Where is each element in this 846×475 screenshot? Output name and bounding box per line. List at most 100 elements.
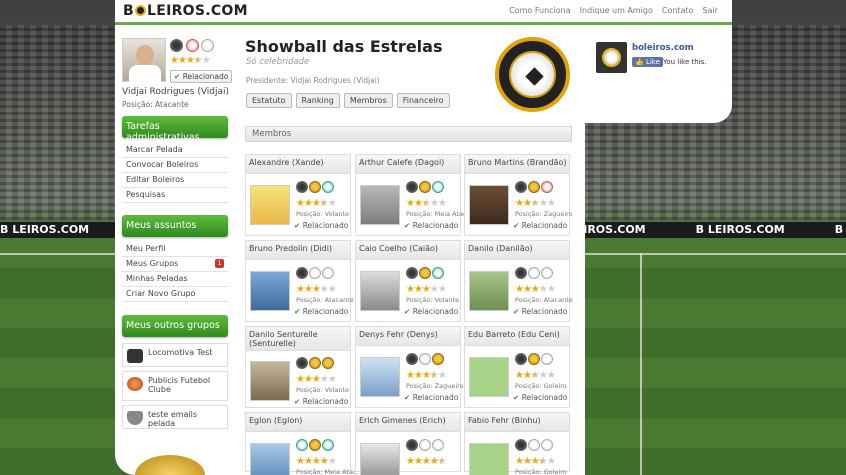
facebook-like-button[interactable]: 👍 Like bbox=[632, 57, 663, 67]
member-card[interactable]: Danilo Senturelle (Senturelle) ★★★★★ Posiç… bbox=[245, 326, 351, 408]
shield-icon bbox=[127, 411, 143, 425]
award-badge-icon bbox=[322, 357, 334, 369]
nav-contato[interactable]: Contato bbox=[662, 6, 694, 15]
member-card[interactable]: Arthur Calefe (Dagol) ★★★★★★Posição: Meia… bbox=[355, 154, 469, 236]
nav-indique-amigo[interactable]: Indique um Amigo bbox=[580, 6, 653, 15]
ball-badge-icon bbox=[515, 439, 527, 451]
member-card[interactable]: Bruno Predolin (Didi) ★★★★★ Posição: Ataca… bbox=[245, 240, 354, 322]
nav-sair[interactable]: Sair bbox=[703, 6, 719, 15]
banner-text: B LEIROS.COM bbox=[695, 223, 785, 236]
member-card[interactable]: Fabio Fehr (Binhu) ★★★★★★Posição: Goleiro bbox=[464, 412, 570, 475]
member-badges bbox=[296, 267, 335, 279]
sidebar-item-meus-grupos[interactable]: Meus Grupos 1 bbox=[122, 257, 228, 272]
trophy-badge-icon bbox=[528, 439, 540, 451]
nav-como-funciona[interactable]: Como Funciona bbox=[509, 6, 571, 15]
member-card[interactable]: Alexandre (Xande) ★★★★★★Posição: Volante ✔… bbox=[245, 154, 351, 236]
facebook-page-avatar[interactable] bbox=[596, 42, 627, 73]
my-topics-list: Meu Perfil Meus Grupos 1 Minhas Peladas C… bbox=[122, 242, 228, 302]
member-card[interactable]: Danilo (Danilão) ★★★★★ Posição: Atacante ✔ … bbox=[464, 240, 573, 322]
facebook-page-name[interactable]: boleiros.com bbox=[632, 43, 694, 53]
award-badge-icon bbox=[432, 267, 444, 279]
member-relation: ✔ Relacionado bbox=[513, 221, 568, 230]
member-name[interactable]: Alexandre (Xande) bbox=[246, 155, 350, 174]
member-photo[interactable] bbox=[360, 185, 400, 225]
user-stars: ★★★★★★ bbox=[170, 55, 211, 66]
member-position: Posição: Meia Atac. bbox=[296, 468, 359, 475]
award-badge-icon bbox=[541, 267, 553, 279]
ball-badge-icon bbox=[406, 353, 418, 365]
main-panel: ★★★★★★ ✔ Relacionado Vidjai Rodrigues (V… bbox=[115, 25, 585, 475]
check-icon: ✔ bbox=[513, 221, 520, 230]
member-name[interactable]: Danilo Senturelle (Senturelle) bbox=[246, 327, 350, 351]
member-photo[interactable] bbox=[250, 271, 290, 311]
member-relation: ✔ Relacionado bbox=[404, 393, 459, 402]
check-icon: ✔ bbox=[513, 307, 520, 316]
sidebar-item-marcar-pelada[interactable]: Marcar Pelada bbox=[122, 143, 228, 158]
trophy-badge-icon bbox=[528, 353, 540, 365]
member-name[interactable]: Danilo (Danilão) bbox=[465, 241, 569, 260]
member-position: Posição: Atacante bbox=[296, 296, 354, 304]
member-name[interactable]: Caio Coelho (Caião) bbox=[356, 241, 460, 260]
group-item-locomotiva[interactable]: Locomotiva Test bbox=[122, 343, 228, 367]
member-card[interactable]: Denys Fehr (Denys) ★★★★★★Posição: Zagueir… bbox=[355, 326, 464, 408]
thumbs-up-icon: 👍 bbox=[635, 58, 644, 66]
member-photo[interactable] bbox=[250, 185, 290, 225]
tab-ranking[interactable]: Ranking bbox=[295, 93, 340, 108]
member-photo[interactable] bbox=[469, 185, 509, 225]
train-icon bbox=[127, 349, 143, 363]
sidebar-item-minhas-peladas[interactable]: Minhas Peladas bbox=[122, 272, 228, 287]
member-name[interactable]: Edu Barreto (Edu Ceni) bbox=[465, 327, 569, 346]
member-card[interactable]: Erich Gimenes (Erich) ★★★★★★ bbox=[355, 412, 461, 475]
member-photo[interactable] bbox=[469, 271, 509, 311]
member-card[interactable]: Caio Coelho (Caião) ★★★★★ Posição: Volante… bbox=[355, 240, 461, 322]
top-nav: Como Funciona Indique um Amigo Contato S… bbox=[509, 6, 718, 15]
relacionado-button[interactable]: ✔ Relacionado bbox=[170, 70, 233, 83]
trophy-badge-icon bbox=[419, 439, 431, 451]
crest-icon bbox=[127, 377, 143, 391]
member-card[interactable]: Bruno Martins (Brandão) ★★★★★★Posição: Za… bbox=[464, 154, 573, 236]
member-name[interactable]: Bruno Predolin (Didi) bbox=[246, 241, 350, 260]
member-name[interactable]: Eglon (Eglon) bbox=[246, 413, 350, 432]
member-photo[interactable] bbox=[250, 443, 290, 475]
member-photo[interactable] bbox=[360, 443, 400, 475]
trophy-badge-icon bbox=[309, 357, 321, 369]
sidebar-item-criar-grupo[interactable]: Criar Novo Grupo bbox=[122, 287, 228, 302]
user-name: Vidjai Rodrigues (Vidjai) bbox=[122, 87, 230, 97]
sidebar-item-meu-perfil[interactable]: Meu Perfil bbox=[122, 242, 228, 257]
member-photo[interactable] bbox=[250, 361, 290, 401]
site-logo[interactable]: B LEIROS.COM bbox=[123, 3, 248, 19]
check-icon: ✔ bbox=[294, 307, 301, 316]
sidebar-item-convocar-boleiros[interactable]: Convocar Boleiros bbox=[122, 158, 228, 173]
facebook-like-text: You like this. bbox=[663, 58, 707, 66]
member-photo[interactable] bbox=[469, 443, 509, 475]
ball-badge-icon bbox=[296, 267, 308, 279]
member-name[interactable]: Bruno Martins (Brandão) bbox=[465, 155, 569, 174]
member-photo[interactable] bbox=[360, 271, 400, 311]
ball-badge-icon bbox=[296, 181, 308, 193]
member-badges bbox=[515, 353, 554, 365]
sidebar-item-editar-boleiros[interactable]: Editar Boleiros bbox=[122, 173, 228, 188]
member-name[interactable]: Erich Gimenes (Erich) bbox=[356, 413, 460, 432]
member-relation: ✔ Relacionado bbox=[294, 307, 349, 316]
member-badges bbox=[406, 439, 445, 451]
member-name[interactable]: Arthur Calefe (Dagol) bbox=[356, 155, 460, 174]
member-name[interactable]: Fabio Fehr (Binhu) bbox=[465, 413, 569, 432]
sidebar-item-pesquisas[interactable]: Pesquisas bbox=[122, 188, 228, 203]
member-photo[interactable] bbox=[469, 357, 509, 397]
group-president: Presidente: Vidjai Rodrigues (Vidjai) bbox=[246, 76, 380, 85]
member-card[interactable]: Eglon (Eglon) ★★★★★ Posição: Meia Atac. bbox=[245, 412, 359, 475]
tab-financeiro[interactable]: Financeiro bbox=[396, 93, 450, 108]
group-item-publicis[interactable]: Publicis Futebol Clube bbox=[122, 371, 228, 401]
member-badges bbox=[296, 181, 335, 193]
member-card[interactable]: Edu Barreto (Edu Ceni) ★★★★★★Posição: Gol… bbox=[464, 326, 570, 408]
tab-membros[interactable]: Membros bbox=[343, 93, 393, 108]
avatar[interactable] bbox=[122, 38, 166, 82]
member-stars: ★★★★★★ bbox=[515, 370, 556, 381]
member-photo[interactable] bbox=[360, 357, 400, 397]
user-position: Posição: Atacante bbox=[122, 100, 189, 109]
group-tabs: Estatuto Ranking Membros Financeiro bbox=[246, 93, 450, 108]
award-badge-icon bbox=[322, 181, 334, 193]
group-item-teste[interactable]: teste emails pelada bbox=[122, 405, 228, 429]
tab-estatuto[interactable]: Estatuto bbox=[246, 93, 292, 108]
member-name[interactable]: Denys Fehr (Denys) bbox=[356, 327, 460, 346]
